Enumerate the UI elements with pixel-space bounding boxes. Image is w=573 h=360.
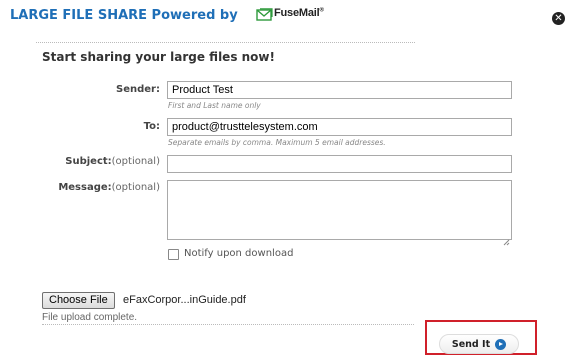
send-button-label: Send It [451, 338, 491, 350]
subject-optional-text: (optional) [111, 156, 160, 167]
message-label: Message:(optional) [40, 182, 160, 193]
registered-mark: ® [319, 6, 324, 13]
envelope-logo-icon [256, 6, 273, 21]
sender-hint: First and Last name only [168, 101, 261, 110]
upload-status: File upload complete. [42, 312, 138, 323]
notify-label: Notify upon download [184, 248, 294, 259]
top-divider [36, 42, 415, 43]
sender-input[interactable]: Product Test [167, 81, 512, 99]
sender-label: Sender: [116, 84, 160, 95]
logo-wordmark: FuseMail® [274, 7, 324, 19]
to-input[interactable]: product@trusttelesystem.com [167, 118, 512, 136]
message-textarea[interactable] [167, 180, 512, 246]
resize-handle-icon[interactable] [503, 231, 510, 246]
notify-checkbox[interactable] [168, 249, 179, 260]
logo-wordmark-text: FuseMail [274, 6, 320, 19]
selected-file-name: eFaxCorpor...inGuide.pdf [123, 294, 246, 306]
subject-input[interactable] [167, 155, 512, 173]
subject-label-text: Subject: [65, 156, 112, 167]
message-optional-text: (optional) [111, 182, 160, 193]
fusemail-logo: FuseMail® [256, 6, 324, 21]
close-icon[interactable]: ✕ [552, 12, 565, 25]
form-heading: Start sharing your large files now! [42, 50, 275, 64]
send-it-button[interactable]: Send It [439, 334, 519, 354]
subject-label: Subject:(optional) [40, 156, 160, 167]
arrow-right-icon [495, 338, 507, 350]
to-hint: Separate emails by comma. Maximum 5 emai… [168, 138, 386, 147]
bottom-divider [42, 324, 414, 325]
dialog-title: LARGE FILE SHARE Powered by [10, 8, 238, 23]
message-label-text: Message: [58, 182, 112, 193]
choose-file-button[interactable]: Choose File [42, 292, 115, 309]
to-label: To: [143, 121, 160, 132]
